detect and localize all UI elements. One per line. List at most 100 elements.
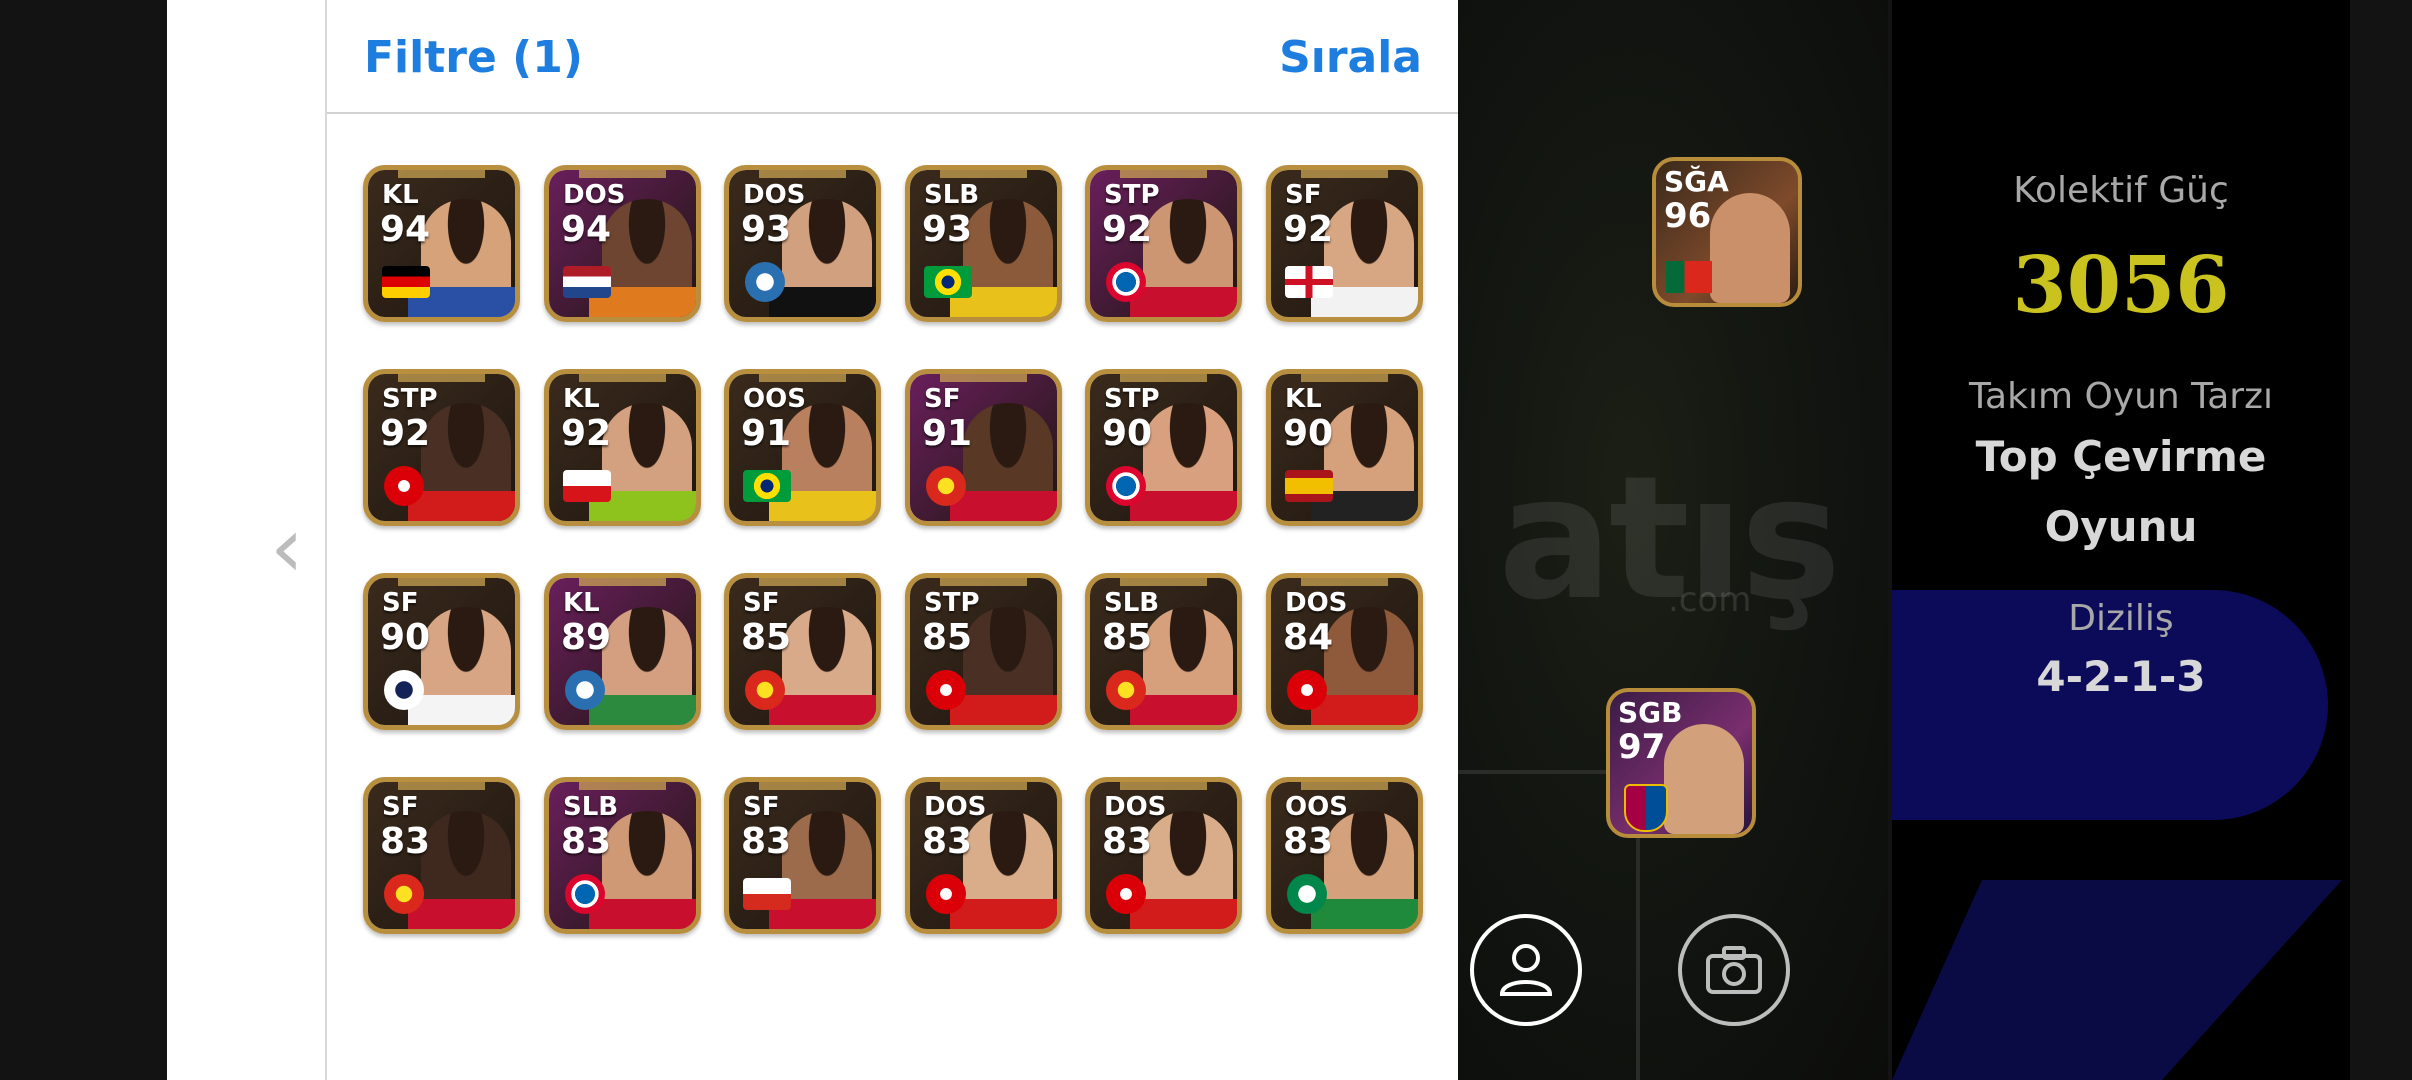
player-card[interactable]: SLB 85 [1085,573,1242,730]
player-portrait [1710,193,1790,303]
bayern-crest-icon [1106,466,1146,506]
player-position: STP [924,588,980,618]
player-card[interactable]: DOS 93 [724,165,881,322]
sort-button[interactable]: Sırala [1279,32,1422,83]
player-card[interactable]: DOS 84 [1266,573,1423,730]
panel-header: Filtre (1) Sırala [327,0,1458,114]
chevron-left-icon[interactable]: ‹ [270,505,304,589]
player-card[interactable]: SF 85 [724,573,881,730]
player-position: DOS [924,792,987,822]
player-card[interactable]: OOS 83 [1266,777,1423,934]
legendary-trim [940,578,1027,586]
arsenal-crest-icon [1106,874,1146,914]
legendary-trim [398,782,485,790]
field-player-card-right-wing[interactable]: SĞA 96 [1652,157,1802,307]
celtic-crest-icon [1287,874,1327,914]
player-rating: 83 [561,821,612,862]
player-position: SF [743,792,780,822]
legendary-trim [1120,782,1207,790]
manutd-crest-icon [384,874,424,914]
player-rating: 90 [380,617,431,658]
player-shirt [1130,287,1237,317]
flag-netherlands-icon [563,266,611,298]
player-card[interactable]: SF 83 [363,777,520,934]
camera-button[interactable] [1678,914,1790,1026]
player-rating: 92 [561,413,612,454]
legendary-trim [579,170,666,178]
legendary-trim [1301,578,1388,586]
player-shirt [1130,695,1237,725]
player-card[interactable]: OOS 91 [724,369,881,526]
legendary-trim [1120,578,1207,586]
player-card[interactable]: SF 92 [1266,165,1423,322]
flag-chile-icon [743,878,791,910]
formation-value[interactable]: 4-2-1-3 [1892,652,2350,701]
player-card[interactable]: DOS 83 [905,777,1062,934]
legendary-trim [579,374,666,382]
player-position: SF [743,588,780,618]
player-position: SF [924,384,961,414]
player-rating: 91 [922,413,973,454]
player-shirt [769,695,876,725]
legendary-trim [398,578,485,586]
player-card[interactable]: KL 94 [363,165,520,322]
profile-button[interactable] [1470,914,1582,1026]
manutd-crest-icon [745,670,785,710]
team-stats-panel: Kolektif Güç 3056 Takım Oyun Tarzı Top Ç… [1892,0,2350,1080]
legendary-trim [759,782,846,790]
player-card[interactable]: KL 92 [544,369,701,526]
flag-germany-icon [382,266,430,298]
player-rating: 90 [1283,413,1334,454]
player-position: KL [1285,384,1322,414]
player-card[interactable]: STP 90 [1085,369,1242,526]
player-card[interactable]: SF 83 [724,777,881,934]
player-shirt [589,695,696,725]
player-position: OOS [743,384,806,414]
watermark-logo-suffix: .com [1668,580,1752,620]
player-rating: 83 [741,821,792,862]
legendary-trim [1301,170,1388,178]
player-position: SF [382,792,419,822]
player-shirt [1311,899,1418,929]
player-card[interactable]: SF 91 [905,369,1062,526]
player-card[interactable]: SLB 83 [544,777,701,934]
player-rating: 94 [380,209,431,250]
team-playstyle-label: Takım Oyun Tarzı [1969,376,2273,417]
player-shirt [1130,899,1237,929]
player-shirt [769,287,876,317]
player-shirt [950,491,1057,521]
legendary-trim [398,170,485,178]
player-rating: 90 [1102,413,1153,454]
player-card[interactable]: STP 92 [1085,165,1242,322]
player-position: KL [382,180,419,210]
player-card[interactable]: DOS 94 [544,165,701,322]
player-position: KL [563,588,600,618]
filter-button[interactable]: Filtre (1) [364,32,583,83]
player-rating: 89 [561,617,612,658]
person-icon [1499,944,1553,996]
player-rating: 93 [741,209,792,250]
player-card[interactable]: SF 90 [363,573,520,730]
flag-england-icon [1285,266,1333,298]
player-card[interactable]: KL 89 [544,573,701,730]
player-rating: 92 [1102,209,1153,250]
legendary-trim [759,578,846,586]
formation-label: Diziliş [2068,598,2174,639]
player-card[interactable]: STP 92 [363,369,520,526]
player-shirt [1130,491,1237,521]
player-shirt [408,899,515,929]
barcelona-crest-icon [1624,784,1668,832]
player-position: SĞA [1664,165,1729,198]
legendary-trim [1301,782,1388,790]
player-card[interactable]: DOS 83 [1085,777,1242,934]
legendary-trim [1120,170,1207,178]
player-card[interactable]: SLB 93 [905,165,1062,322]
player-portrait [1664,724,1744,834]
field-player-card-right-winger[interactable]: SGB 97 [1606,688,1756,838]
player-rating: 85 [1102,617,1153,658]
player-card[interactable]: STP 85 [905,573,1062,730]
legendary-trim [579,578,666,586]
screen-frame-right [2350,0,2412,1080]
player-card[interactable]: KL 90 [1266,369,1423,526]
arsenal-crest-icon [926,670,966,710]
